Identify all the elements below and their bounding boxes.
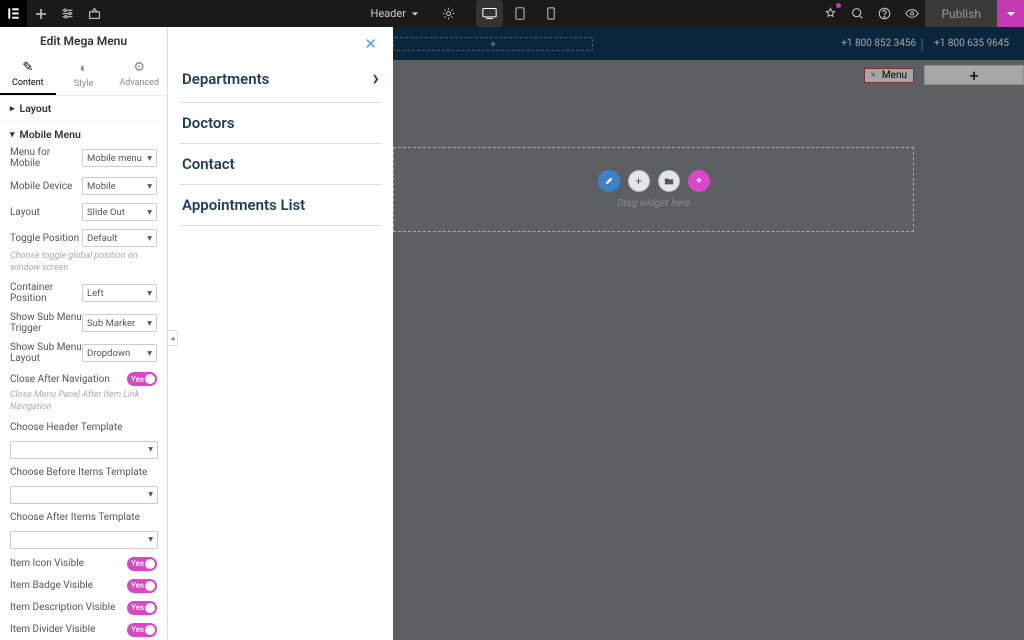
toggle-close-after-nav[interactable]: Yes: [127, 372, 157, 386]
add-element-button[interactable]: [27, 0, 54, 27]
control-sub-layout: Show Sub Menu Layout Dropdown▾: [0, 338, 167, 368]
select-after-template[interactable]: ▾: [10, 531, 158, 549]
control-close-after-nav: Close After Navigation Yes: [0, 368, 167, 390]
chevron-down-icon: ▾: [147, 318, 152, 329]
select-container-position[interactable]: Left▾: [82, 284, 157, 302]
mega-item-appointments[interactable]: Appointments List: [180, 185, 381, 226]
edit-widget-button[interactable]: [598, 170, 620, 192]
chevron-down-icon: ▾: [148, 444, 153, 455]
notifications-icon[interactable]: [817, 0, 844, 27]
chevron-down-icon: [411, 10, 419, 18]
toggle-item-desc-visible[interactable]: Yes: [127, 601, 157, 615]
topbar-center: Header: [108, 0, 817, 27]
section-layout[interactable]: ▸Layout: [0, 96, 167, 122]
panel-collapse-handle[interactable]: ◂: [168, 330, 178, 346]
panel-title: Edit Mega Menu: [0, 27, 167, 55]
topbar-left: [0, 0, 108, 27]
settings-panel: Edit Mega Menu ✎ Content ◐ Style ⚙ Advan…: [0, 27, 168, 640]
select-toggle-position[interactable]: Default▾: [82, 229, 157, 247]
elementor-logo[interactable]: [0, 0, 27, 27]
publish-button[interactable]: Publish: [925, 0, 997, 27]
control-toggle-position: Toggle Position Default▾: [0, 225, 167, 251]
style-icon: ◐: [56, 60, 112, 76]
settings-icon[interactable]: [54, 0, 81, 27]
hint-toggle-position: Choose toggle global position on window …: [0, 251, 167, 278]
select-before-template[interactable]: ▾: [10, 486, 158, 504]
chevron-down-icon: ▾: [148, 489, 153, 500]
control-header-template: Choose Header Template: [0, 418, 167, 441]
top-bar: Header Publish: [0, 0, 1024, 27]
toggle-item-icon-visible[interactable]: Yes: [127, 557, 157, 571]
control-container-position: Container Position Left▾: [0, 278, 167, 308]
tablet-device[interactable]: [507, 0, 534, 27]
control-item-desc-visible: Item Description Visible Yes: [0, 597, 167, 619]
chevron-down-icon: ▾: [147, 153, 152, 164]
chevron-down-icon: ▾: [147, 348, 152, 359]
chevron-down-icon: ▾: [148, 534, 153, 545]
mobile-device[interactable]: [538, 0, 565, 27]
chevron-right-icon: ›: [372, 66, 379, 91]
toggle-item-divider-visible[interactable]: Yes: [127, 623, 157, 637]
folder-button[interactable]: [658, 170, 680, 192]
mega-item-contact[interactable]: Contact: [180, 144, 381, 185]
chevron-down-icon: ▾: [147, 288, 152, 299]
select-mobile-device[interactable]: Mobile▾: [82, 177, 157, 195]
structure-icon[interactable]: [81, 0, 108, 27]
mega-item-doctors[interactable]: Doctors: [180, 103, 381, 144]
topbar-right: Publish: [817, 0, 1024, 27]
select-layout[interactable]: Slide Out▾: [82, 203, 157, 221]
header-selector[interactable]: Header: [361, 7, 429, 20]
device-switcher: [476, 0, 565, 27]
control-sub-trigger: Show Sub Menu Trigger Sub Marker▾: [0, 308, 167, 338]
control-after-template: Choose After Items Template: [0, 508, 167, 531]
panel-tabs: ✎ Content ◐ Style ⚙ Advanced: [0, 55, 167, 96]
desktop-device[interactable]: [476, 0, 503, 27]
gear-icon[interactable]: [435, 0, 462, 27]
pencil-icon: ✎: [0, 60, 56, 75]
control-item-divider-visible: Item Divider Visible Yes: [0, 619, 167, 640]
control-layout: Layout Slide Out▾: [0, 199, 167, 225]
select-header-template[interactable]: ▾: [10, 441, 158, 459]
hint-close-after-nav: Close Menu Panel After Item Link Navigat…: [0, 390, 167, 417]
drop-zone-buttons: +: [598, 170, 710, 192]
drop-hint: Drag widget here: [617, 198, 690, 209]
tab-advanced[interactable]: ⚙ Advanced: [111, 55, 167, 95]
help-icon[interactable]: [871, 0, 898, 27]
canvas-overlay: [393, 27, 1024, 640]
control-menu-for-mobile: Menu for Mobile Mobile menu▾: [0, 143, 167, 173]
preview-icon[interactable]: [898, 0, 925, 27]
select-sub-trigger[interactable]: Sub Marker▾: [82, 314, 157, 332]
tab-content[interactable]: ✎ Content: [0, 55, 56, 95]
editor-canvas: + +1 800 852 3456 | +1 800 635 9645 × Me…: [393, 27, 1024, 640]
search-icon[interactable]: [844, 0, 871, 27]
control-before-template: Choose Before Items Template: [0, 463, 167, 486]
add-widget-button[interactable]: +: [628, 170, 650, 192]
chevron-down-icon: ▾: [147, 207, 152, 218]
select-sub-layout[interactable]: Dropdown▾: [82, 344, 157, 362]
select-menu-for-mobile[interactable]: Mobile menu▾: [82, 149, 157, 167]
section-mobile-menu[interactable]: ▾Mobile Menu: [0, 122, 167, 143]
control-item-badge-visible: Item Badge Visible Yes: [0, 575, 167, 597]
mega-item-departments[interactable]: Departments ›: [180, 55, 381, 103]
tab-style[interactable]: ◐ Style: [56, 55, 112, 95]
mega-menu-preview: ✕ Departments › Doctors Contact Appointm…: [168, 27, 393, 640]
main-area: Edit Mega Menu ✎ Content ◐ Style ⚙ Advan…: [0, 27, 1024, 640]
chevron-right-icon: ▸: [10, 104, 15, 114]
widget-drop-zone[interactable]: + Drag widget here: [393, 147, 914, 232]
control-mobile-device: Mobile Device Mobile▾: [0, 173, 167, 199]
control-item-icon-visible: Item Icon Visible Yes: [0, 553, 167, 575]
publish-options[interactable]: [997, 0, 1024, 27]
chevron-down-icon: ▾: [147, 181, 152, 192]
close-icon[interactable]: ✕: [364, 35, 377, 53]
gear-icon: ⚙: [111, 60, 167, 75]
ai-button[interactable]: [688, 170, 710, 192]
header-selector-label: Header: [371, 7, 406, 20]
toggle-item-badge-visible[interactable]: Yes: [127, 579, 157, 593]
chevron-down-icon: ▾: [147, 233, 152, 244]
chevron-down-icon: ▾: [10, 130, 15, 140]
